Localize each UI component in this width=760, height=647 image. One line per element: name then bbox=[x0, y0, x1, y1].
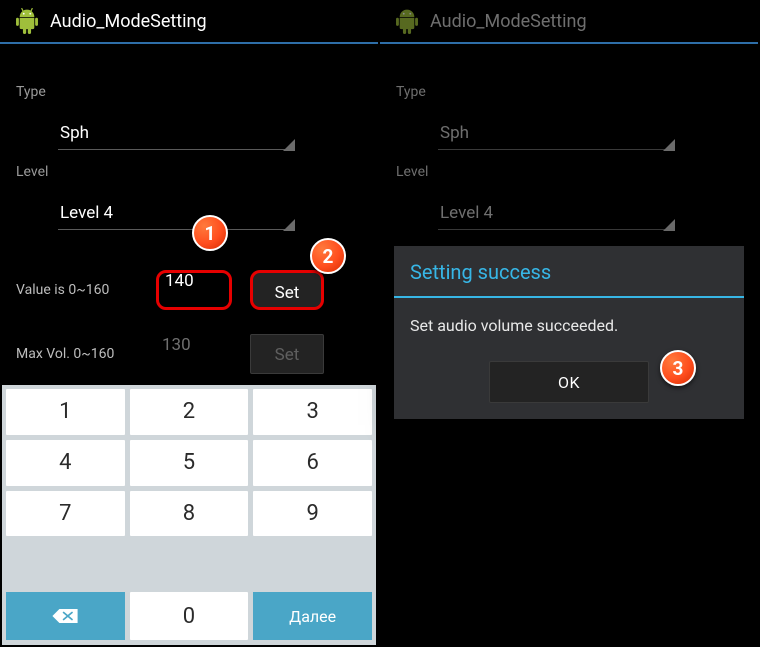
maxvol-input[interactable]: 130 bbox=[156, 335, 226, 373]
type-value: Sph bbox=[440, 123, 469, 143]
type-value: Sph bbox=[60, 123, 89, 143]
chevron-down-icon bbox=[663, 139, 675, 151]
annotation-badge-2: 2 bbox=[310, 238, 346, 274]
value-row: Value is 0~160 140 Set bbox=[16, 270, 366, 310]
key-2[interactable]: 2 bbox=[130, 389, 249, 435]
level-spinner[interactable]: Level 4 bbox=[438, 200, 673, 230]
maxvol-field-wrap: 130 bbox=[156, 334, 232, 374]
key-6[interactable]: 6 bbox=[253, 440, 372, 486]
chevron-down-icon bbox=[283, 219, 295, 231]
label-type: Type bbox=[396, 84, 426, 100]
value-input[interactable]: 140 bbox=[159, 271, 229, 309]
label-level: Level bbox=[16, 164, 48, 180]
backspace-icon bbox=[51, 607, 79, 625]
bugdroid-icon bbox=[394, 8, 420, 34]
dialog-title: Setting success bbox=[394, 246, 744, 296]
set-button[interactable]: Set bbox=[250, 270, 324, 310]
type-spinner[interactable]: Sph bbox=[438, 120, 673, 150]
app-bar: Audio_ModeSetting bbox=[380, 0, 758, 44]
level-spinner[interactable]: Level 4 bbox=[58, 200, 293, 230]
app-title: Audio_ModeSetting bbox=[430, 11, 587, 32]
bugdroid-icon bbox=[14, 8, 40, 34]
chevron-down-icon bbox=[283, 139, 295, 151]
numeric-keyboard: 1 2 3 4 5 6 7 8 9 0 Далее bbox=[2, 385, 376, 645]
key-next[interactable]: Далее bbox=[253, 592, 372, 640]
dialog-body: Set audio volume succeeded. bbox=[394, 298, 744, 361]
dialog-setting-success: Setting success Set audio volume succeed… bbox=[394, 246, 744, 419]
annotation-badge-1: 1 bbox=[192, 215, 228, 251]
level-value: Level 4 bbox=[60, 203, 113, 223]
screen-right: Audio_ModeSetting Type Sph Level Level 4… bbox=[380, 0, 758, 647]
label-type: Type bbox=[16, 84, 46, 100]
label-level: Level bbox=[396, 164, 428, 180]
level-value: Level 4 bbox=[440, 203, 493, 223]
ok-button[interactable]: OK bbox=[489, 361, 649, 403]
key-4[interactable]: 4 bbox=[6, 440, 125, 486]
highlight-value-field: 140 bbox=[156, 270, 232, 310]
type-spinner[interactable]: Sph bbox=[58, 120, 293, 150]
label-value: Value is 0~160 bbox=[16, 282, 156, 298]
maxvol-row: Max Vol. 0~160 130 Set bbox=[16, 334, 366, 374]
set-button-maxvol[interactable]: Set bbox=[250, 334, 324, 374]
key-9[interactable]: 9 bbox=[253, 491, 372, 537]
app-title: Audio_ModeSetting bbox=[50, 11, 207, 32]
key-7[interactable]: 7 bbox=[6, 491, 125, 537]
key-1[interactable]: 1 bbox=[6, 389, 125, 435]
screen-left: Audio_ModeSetting Type Sph Level Level 4… bbox=[0, 0, 378, 647]
key-8[interactable]: 8 bbox=[130, 491, 249, 537]
annotation-badge-3: 3 bbox=[660, 350, 696, 386]
key-backspace[interactable] bbox=[6, 592, 125, 640]
key-3[interactable]: 3 bbox=[253, 389, 372, 435]
chevron-down-icon bbox=[663, 219, 675, 231]
app-bar: Audio_ModeSetting bbox=[0, 0, 378, 44]
key-0[interactable]: 0 bbox=[130, 592, 249, 640]
key-5[interactable]: 5 bbox=[130, 440, 249, 486]
label-maxvol: Max Vol. 0~160 bbox=[16, 346, 156, 362]
